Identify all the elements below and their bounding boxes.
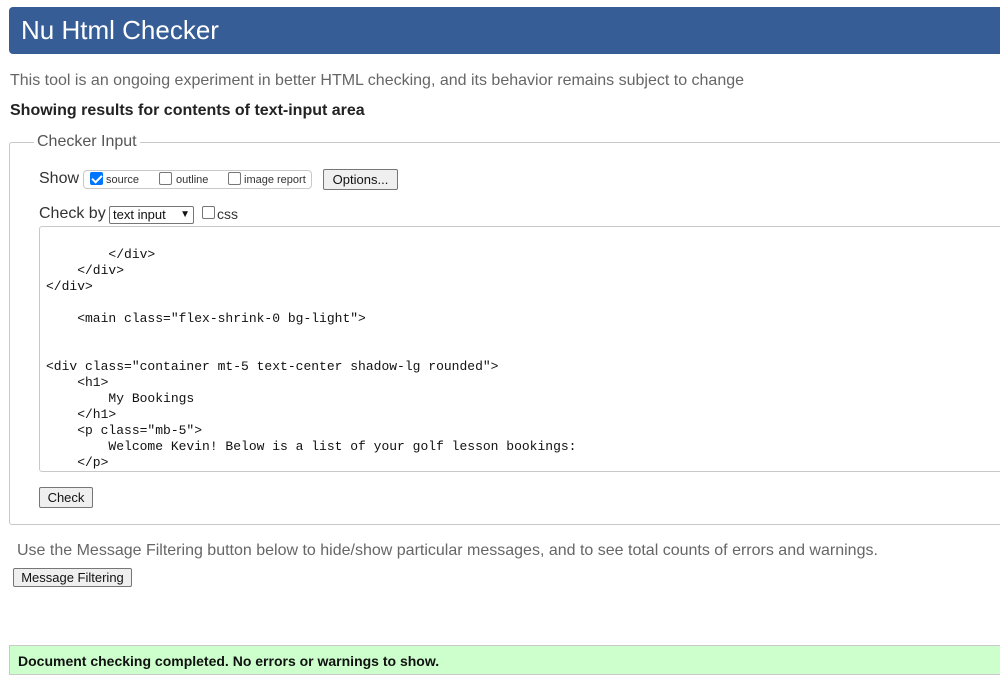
intro-text: This tool is an ongoing experiment in be… <box>10 72 745 89</box>
source-line: </div> <box>46 263 125 278</box>
show-outline-label[interactable]: outline <box>176 174 208 187</box>
source-line: </p> <box>46 455 109 470</box>
source-line: <h1> <box>46 375 109 390</box>
success-message: Document checking completed. No errors o… <box>18 653 440 669</box>
message-filtering-button[interactable]: Message Filtering <box>13 568 132 587</box>
check-by-label: Check by <box>39 205 106 222</box>
app-header: Nu Html Checker <box>9 7 1000 54</box>
source-line: </div> <box>46 247 156 262</box>
success-banner: Document checking completed. No errors o… <box>9 645 1000 675</box>
check-by-value: text input <box>113 207 166 222</box>
css-label[interactable]: css <box>217 206 238 222</box>
source-line: </div> <box>46 279 93 294</box>
source-line: <div class="container mt-5 text-center s… <box>46 359 499 374</box>
css-checkbox[interactable] <box>202 206 215 219</box>
page-title: Nu Html Checker <box>21 15 219 45</box>
chevron-down-icon: ▼ <box>180 209 190 220</box>
source-line: My Bookings <box>46 391 195 406</box>
check-by-select[interactable]: text input ▼ <box>109 206 194 224</box>
results-heading: Showing results for contents of text-inp… <box>10 102 365 119</box>
show-outline-checkbox[interactable] <box>159 172 172 185</box>
source-line: <main class="flex-shrink-0 bg-light"> <box>46 311 366 326</box>
source-line: </h1> <box>46 407 117 422</box>
source-line: Welcome Kevin! Below is a list of your g… <box>46 439 577 454</box>
message-filtering-note: Use the Message Filtering button below t… <box>17 542 878 559</box>
source-textarea[interactable]: </div> </div> </div> <main class="flex-s… <box>39 226 1000 472</box>
show-image-report-checkbox[interactable] <box>228 172 241 185</box>
show-source-label[interactable]: source <box>106 174 139 187</box>
options-button[interactable]: Options... <box>323 169 398 190</box>
source-line: <p class="mb-5"> <box>46 423 203 438</box>
check-button[interactable]: Check <box>39 487 93 508</box>
show-image-report-label[interactable]: image report <box>244 174 306 187</box>
show-label: Show <box>39 170 80 187</box>
checker-input-legend: Checker Input <box>34 132 140 152</box>
show-source-checkbox[interactable] <box>90 172 103 185</box>
